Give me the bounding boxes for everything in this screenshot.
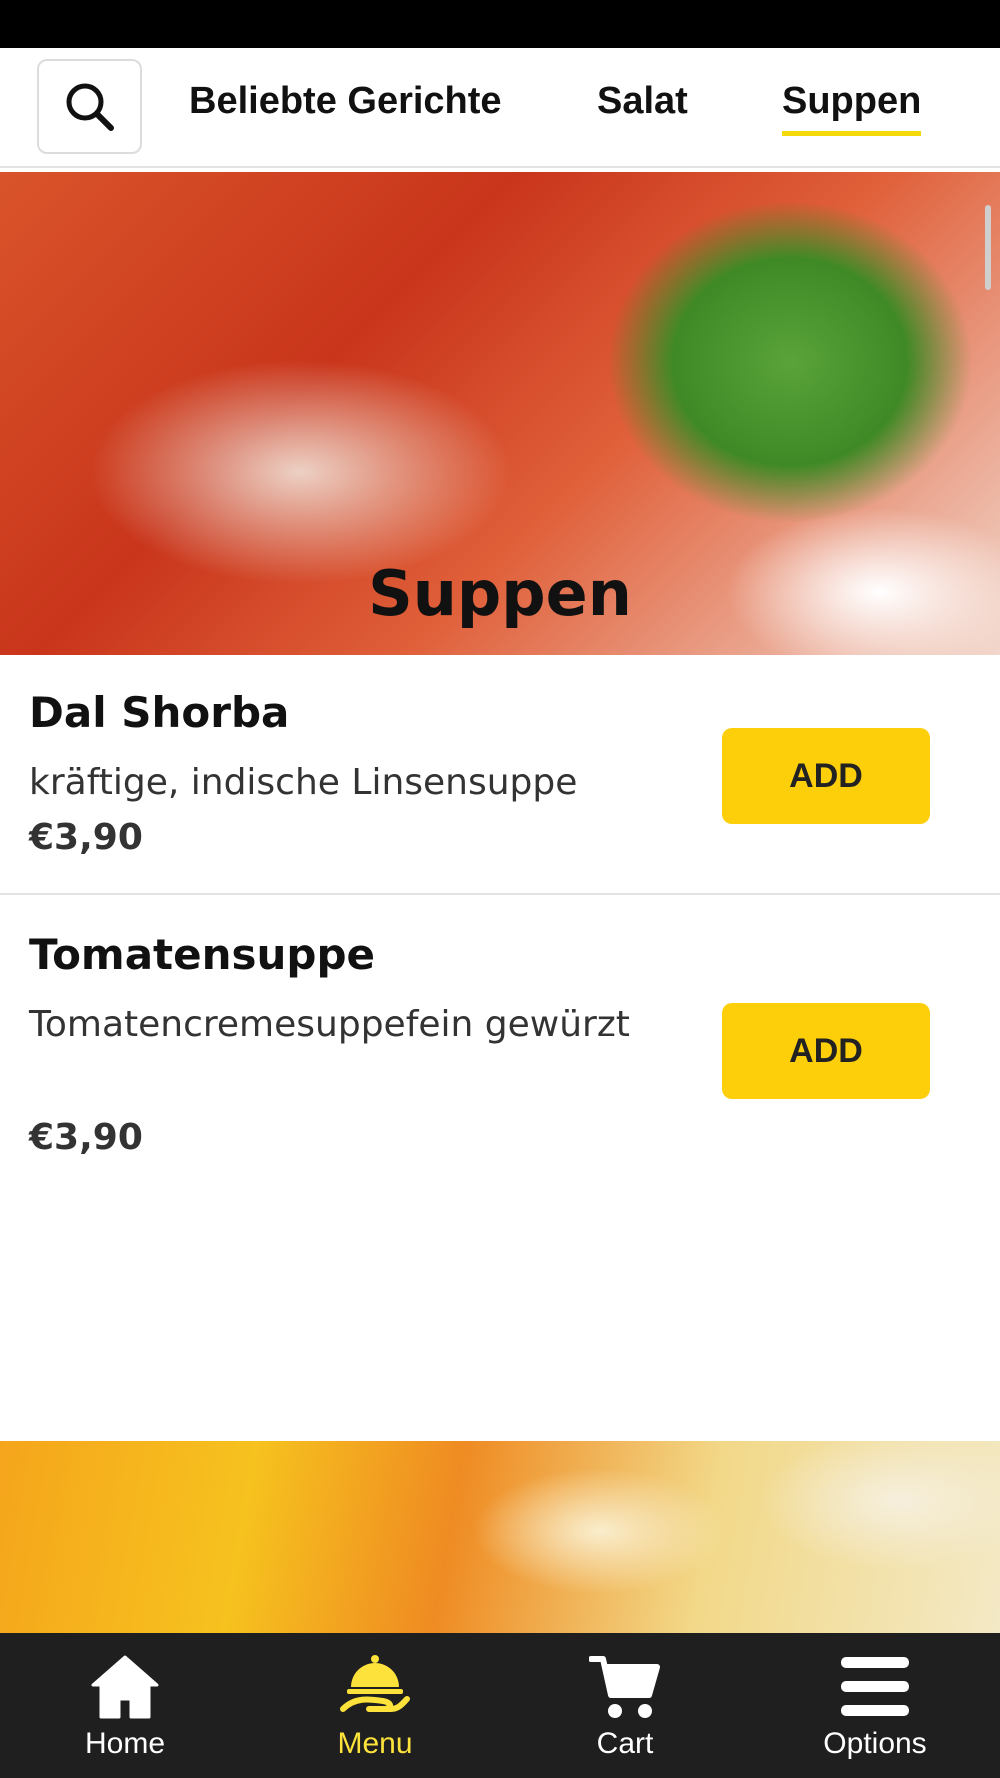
category-nav: Beliebte Gerichte Salat Suppen <box>0 48 1000 168</box>
nav-label-home: Home <box>84 1727 166 1760</box>
tab-suppen[interactable]: Suppen <box>782 80 922 136</box>
status-bar <box>0 0 1000 48</box>
nav-home[interactable]: Home <box>0 1633 250 1778</box>
nav-label-cart: Cart <box>596 1727 654 1760</box>
bottom-nav: Home Menu Cart Options <box>0 1633 1000 1778</box>
menu-item: Tomatensuppe Tomatencremesuppefein gewür… <box>0 897 1000 1217</box>
item-description: kräftige, indische Linsensuppe <box>29 762 578 803</box>
nav-cart[interactable]: Cart <box>500 1633 750 1778</box>
item-price: €3,90 <box>29 817 143 858</box>
add-button[interactable]: ADD <box>722 1003 930 1099</box>
food-tray-icon <box>340 1655 410 1712</box>
search-button[interactable] <box>37 59 142 154</box>
item-description: Tomatencremesuppefein gewürzt <box>29 1004 630 1045</box>
add-button[interactable]: ADD <box>722 728 930 824</box>
item-price: €3,90 <box>29 1117 143 1158</box>
section-hero-image: Suppen <box>0 172 1000 655</box>
cart-icon <box>589 1656 660 1718</box>
section-title: Suppen <box>368 557 632 630</box>
nav-menu[interactable]: Menu <box>250 1633 500 1778</box>
item-name: Dal Shorba <box>29 688 290 737</box>
nav-label-menu: Menu <box>337 1727 413 1760</box>
item-name: Tomatensuppe <box>29 930 376 979</box>
menu-bars-icon <box>841 1657 909 1716</box>
nav-options[interactable]: Options <box>750 1633 1000 1778</box>
tab-beliebte-gerichte[interactable]: Beliebte Gerichte <box>189 80 502 136</box>
tab-salat[interactable]: Salat <box>597 80 688 136</box>
menu-item: Dal Shorba kräftige, indische Linsensupp… <box>0 655 1000 895</box>
scrollbar[interactable] <box>985 205 991 290</box>
home-icon <box>91 1655 159 1719</box>
nav-label-options: Options <box>823 1727 927 1760</box>
search-icon <box>66 83 114 131</box>
next-section-hero-image <box>0 1441 1000 1633</box>
